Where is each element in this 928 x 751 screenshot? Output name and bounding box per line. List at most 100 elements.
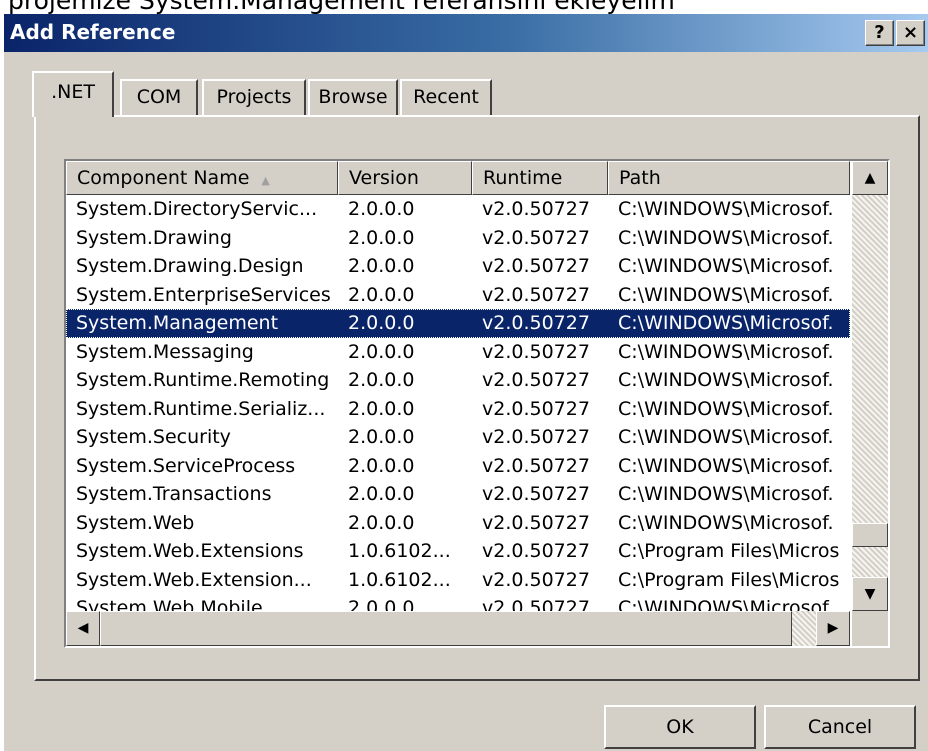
table-cell: C:\WINDOWS\Microsof.: [618, 226, 834, 249]
table-cell: v2.0.50727: [482, 283, 590, 306]
add-reference-dialog: Add Reference ? × .NET COM Projects Brow…: [4, 14, 928, 751]
table-row[interactable]: System.Drawing 2.0.0.0 v2.0.50727 C:\WINDOW…: [66, 224, 850, 253]
table-row[interactable]: System.Runtime.Serializ... 2.0.0.0 v2.0.50…: [66, 395, 850, 424]
column-label: Path: [619, 167, 661, 189]
table-cell: 2.0.0.0: [348, 226, 415, 249]
column-label: Component Name: [77, 167, 250, 189]
table-cell: v2.0.50727: [482, 426, 590, 448]
arrow-down-icon[interactable]: ▼: [852, 577, 888, 611]
table-cell: System.Transactions: [76, 483, 272, 505]
help-button[interactable]: ?: [865, 20, 894, 46]
tab-browse[interactable]: Browse: [308, 79, 398, 115]
arrow-right-icon[interactable]: ▶: [816, 611, 850, 646]
table-row[interactable]: System.Web.Extensions 1.0.6102... v2.0.507…: [66, 537, 850, 566]
table-cell: System.ServiceProcess: [76, 454, 296, 477]
table-cell: C:\Program Files\Micros: [618, 568, 840, 591]
cancel-button[interactable]: Cancel: [764, 705, 916, 749]
table-row[interactable]: System.ServiceProcess 2.0.0.0 v2.0.50727 C:…: [66, 452, 850, 481]
table-cell: 2.0.0.0: [348, 397, 415, 420]
table-cell: System.Messaging: [76, 340, 254, 363]
ok-button[interactable]: OK: [604, 705, 756, 749]
table-row[interactable]: System.Drawing.Design 2.0.0.0 v2.0.50727 C:…: [66, 252, 850, 281]
table-cell: v2.0.50727: [482, 568, 590, 591]
list-header: Component Name ▲ Version Runtime Path: [66, 161, 850, 195]
column-component-name[interactable]: Component Name ▲: [66, 161, 338, 195]
table-row[interactable]: System.EnterpriseServices 2.0.0.0 v2.0.507…: [66, 281, 850, 310]
arrow-left-icon[interactable]: ◀: [66, 611, 100, 646]
table-cell: v2.0.50727: [482, 340, 590, 363]
column-runtime[interactable]: Runtime: [472, 161, 608, 195]
table-cell: C:\Program Files\Micros: [618, 540, 840, 562]
column-label: Runtime: [483, 167, 563, 189]
table-cell: System.Runtime.Serializ...: [76, 397, 326, 420]
component-list[interactable]: Component Name ▲ Version Runtime Path Sys…: [64, 159, 890, 648]
column-path[interactable]: Path: [608, 161, 850, 195]
table-row[interactable]: System.Management 2.0.0.0 v2.0.50727 C:\WIN…: [66, 309, 850, 338]
table-row[interactable]: System.Messaging 2.0.0.0 v2.0.50727 C:\WIND…: [66, 338, 850, 367]
table-cell: C:\WINDOWS\Microsof.: [618, 198, 834, 220]
title-bar[interactable]: Add Reference ? ×: [4, 14, 928, 52]
table-cell: v2.0.50727: [482, 312, 590, 334]
table-row[interactable]: System.Web 2.0.0.0 v2.0.50727 C:\WINDOWS\Mi…: [66, 509, 850, 538]
table-cell: System.DirectoryServic...: [76, 198, 318, 220]
table-cell: 2.0.0.0: [348, 198, 415, 220]
table-cell: 2.0.0.0: [348, 369, 415, 391]
table-cell: System.Web.Extensions: [76, 540, 304, 562]
table-cell: System.Web.Extension...: [76, 568, 312, 591]
table-cell: C:\WINDOWS\Microsof.: [618, 454, 834, 477]
table-row[interactable]: System.DirectoryServic... 2.0.0.0 v2.0.507…: [66, 195, 850, 224]
tab-recent[interactable]: Recent: [400, 79, 492, 115]
table-cell: C:\WINDOWS\Microsof.: [618, 511, 834, 534]
table-cell: System.Security: [76, 426, 231, 448]
table-row[interactable]: System.Transactions 2.0.0.0 v2.0.50727 C:\W…: [66, 480, 850, 509]
table-cell: v2.0.50727: [482, 226, 590, 249]
table-cell: 2.0.0.0: [348, 255, 415, 277]
table-cell: 2.0.0.0: [348, 340, 415, 363]
table-cell: v2.0.50727: [482, 483, 590, 505]
table-cell: v2.0.50727: [482, 540, 590, 562]
window-title: Add Reference: [10, 20, 176, 44]
tab-com[interactable]: COM: [120, 79, 198, 115]
vertical-scrollbar[interactable]: ▲ ▼: [852, 161, 888, 611]
table-cell: v2.0.50727: [482, 255, 590, 277]
sort-ascending-icon: ▲: [261, 174, 270, 187]
table-cell: 2.0.0.0: [348, 454, 415, 477]
table-cell: 2.0.0.0: [348, 426, 415, 448]
table-cell: 2.0.0.0: [348, 283, 415, 306]
table-cell: C:\WINDOWS\Microsof.: [618, 283, 834, 306]
table-cell: System.Management: [76, 312, 279, 334]
table-row[interactable]: System.Security 2.0.0.0 v2.0.50727 C:\WINDO…: [66, 423, 850, 452]
table-cell: C:\WINDOWS\Microsof.: [618, 397, 834, 420]
close-button[interactable]: ×: [896, 20, 925, 46]
tab-net[interactable]: .NET: [32, 71, 114, 117]
horizontal-scrollbar[interactable]: ◀ ▶: [66, 611, 850, 646]
table-row[interactable]: System.Web.Extension... 1.0.6102... v2.0.5…: [66, 566, 850, 595]
table-cell: C:\WINDOWS\Microsof.: [618, 426, 834, 448]
table-cell: System.Runtime.Remoting: [76, 369, 330, 391]
table-cell: v2.0.50727: [482, 369, 590, 391]
table-cell: C:\WINDOWS\Microsof.: [618, 483, 834, 505]
table-cell: System.EnterpriseServices: [76, 283, 331, 306]
horizontal-scroll-thumb[interactable]: [100, 611, 792, 646]
table-cell: v2.0.50727: [482, 198, 590, 220]
table-cell: v2.0.50727: [482, 511, 590, 534]
table-cell: 2.0.0.0: [348, 511, 415, 534]
table-cell: 1.0.6102...: [348, 568, 451, 591]
table-cell: System.Web: [76, 511, 195, 534]
table-cell: C:\WINDOWS\Microsof.: [618, 255, 834, 277]
vertical-scroll-thumb[interactable]: [852, 523, 888, 547]
table-cell: v2.0.50727: [482, 397, 590, 420]
table-cell: C:\WINDOWS\Microsof.: [618, 369, 834, 391]
column-label: Version: [349, 167, 419, 189]
column-version[interactable]: Version: [338, 161, 472, 195]
table-cell: C:\WINDOWS\Microsof.: [618, 312, 834, 334]
list-rows: System.DirectoryServic... 2.0.0.0 v2.0.507…: [66, 195, 850, 623]
table-cell: 2.0.0.0: [348, 312, 415, 334]
table-row[interactable]: System.Runtime.Remoting 2.0.0.0 v2.0.50727…: [66, 366, 850, 395]
table-cell: System.Drawing.Design: [76, 255, 304, 277]
table-cell: 1.0.6102...: [348, 540, 451, 562]
arrow-up-icon[interactable]: ▲: [852, 161, 888, 195]
table-cell: v2.0.50727: [482, 454, 590, 477]
table-cell: 2.0.0.0: [348, 483, 415, 505]
tab-projects[interactable]: Projects: [202, 79, 306, 115]
